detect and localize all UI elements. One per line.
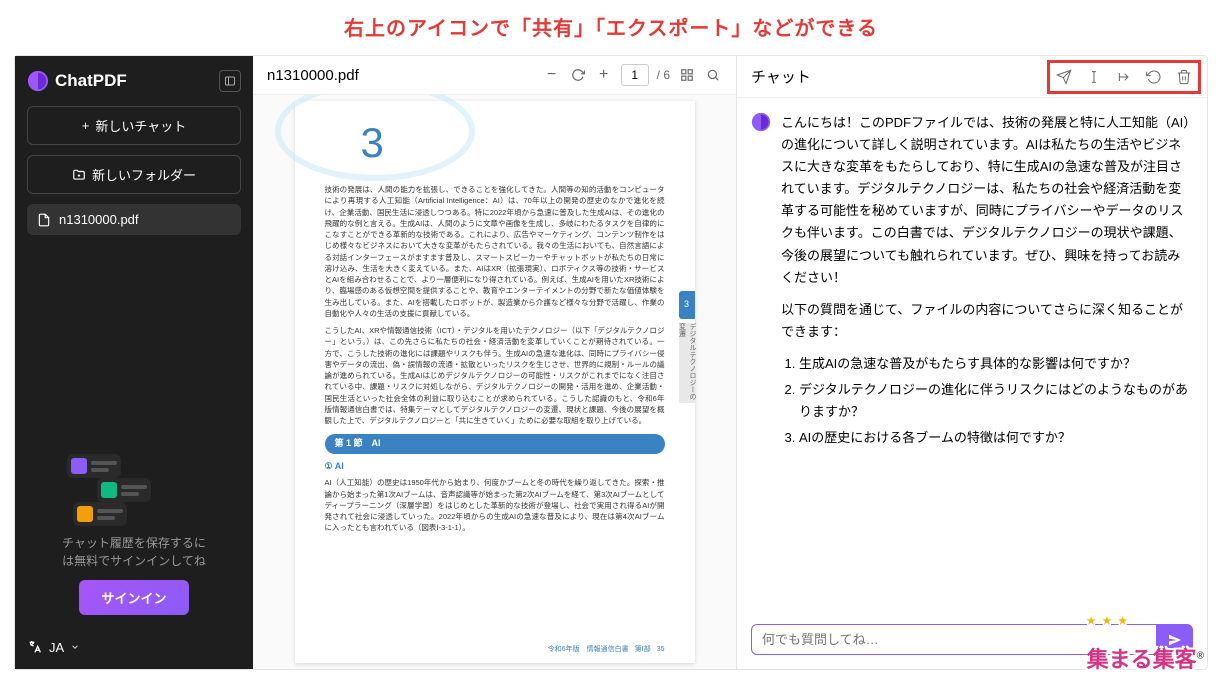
annotation-text: 右上のアイコンで「共有」「エクスポート」などができる [0,12,1222,41]
suggested-question[interactable]: デジタルテクノロジーの進化に伴うリスクにはどのようなものがありますか？ [799,379,1193,423]
chat-actions [1055,68,1193,86]
watermark: ★ ★ ★ 集まる集客® [1087,616,1204,674]
file-icon [37,213,51,227]
rename-button[interactable] [1085,68,1103,86]
suggested-question[interactable]: AIの歴史における各ブームの特徴は何ですか？ [799,427,1193,449]
zoom-out-button[interactable]: − [543,66,561,84]
export-icon [1116,69,1132,85]
suggested-question[interactable]: 生成AIの急速な普及がもたらす具体的な影響は何ですか？ [799,353,1193,375]
brand: ChatPDF [27,70,241,92]
assistant-message: こんにちは！このPDFファイルでは、技術の発展と特に人工知能（AI）の進化につい… [751,112,1193,453]
plus-icon: + [82,118,90,133]
file-name: n1310000.pdf [59,212,139,227]
new-chat-button[interactable]: + 新しいチャット [27,106,241,145]
greeting-text: こんにちは！このPDFファイルでは、技術の発展と特に人工知能（AI）の進化につい… [781,112,1193,289]
delete-button[interactable] [1175,68,1193,86]
brand-name: ChatPDF [55,71,127,91]
page-side-tab: 3 [679,291,695,319]
export-button[interactable] [1115,68,1133,86]
page-paragraph: こうしたAI、XRや情報通信技術（ICT）・デジタルを用いたテクノロジー（以下「… [325,325,665,426]
panel-icon [224,75,236,87]
history-card: チャット履歴を保存するに は無料でサインインしてね サインイン [27,444,241,625]
pdf-pane: n1310000.pdf − + / 6 3 3 デジタルテクノロジーの変遷 技… [253,56,737,669]
chat-header: チャット [737,56,1207,98]
page-number-input[interactable] [621,64,649,86]
language-selector[interactable]: JA [27,639,241,655]
page-total: / 6 [657,68,670,82]
page-side-label: デジタルテクノロジーの変遷 [679,323,695,403]
folder-plus-icon [72,168,86,182]
chevron-down-icon [70,642,80,652]
new-folder-button[interactable]: 新しいフォルダー [27,155,241,194]
pdf-body[interactable]: 3 3 デジタルテクノロジーの変遷 技術の発展は、人間の能力を拡張し、できること… [253,95,736,669]
section-heading: 第 1 節 AI [325,434,665,454]
chat-body[interactable]: こんにちは！このPDFファイルでは、技術の発展と特に人工知能（AI）の進化につい… [737,98,1207,614]
send-icon [1056,69,1072,85]
sidebar: ChatPDF + 新しいチャット 新しいフォルダー n1310000.pdf [15,56,253,669]
brand-logo-icon [27,70,49,92]
share-button[interactable] [1055,68,1073,86]
translate-icon [27,639,43,655]
text-cursor-icon [1086,69,1102,85]
new-chat-label: 新しいチャット [95,116,186,135]
trash-icon [1176,69,1192,85]
new-folder-label: 新しいフォルダー [92,165,196,184]
search-pdf-button[interactable] [704,66,722,84]
pdf-filename: n1310000.pdf [267,67,359,84]
followup-text: 以下の質問を通じて、ファイルの内容についてさらに深く知ることができます： [781,299,1193,343]
suggested-questions: 生成AIの急速な普及がもたらす具体的な影響は何ですか？ デジタルテクノロジーの進… [799,353,1193,449]
page-footer: 令和6年版 情報通信白書 第Ⅰ部 35 [325,645,665,656]
reset-button[interactable] [1145,68,1163,86]
chat-pane: チャット こんにちは！このPDFファイルでは、技術の発展と特に人工知能（AI）の… [737,56,1207,669]
lang-label: JA [49,640,64,655]
sidebar-collapse-button[interactable] [219,70,241,92]
sidebar-file-item[interactable]: n1310000.pdf [27,204,241,235]
section-subheading: ① AI [325,460,665,474]
assistant-avatar-icon [751,112,771,132]
history-illustration [37,454,231,524]
thumbnails-button[interactable] [678,66,696,84]
chat-title: チャット [751,66,811,87]
history-text: チャット履歴を保存するに は無料でサインインしてね [37,534,231,570]
star-icon: ★ ★ ★ [1087,616,1129,627]
app-window: ChatPDF + 新しいチャット 新しいフォルダー n1310000.pdf [14,55,1208,670]
page-paragraph: 技術の発展は、人間の能力を拡張し、できることを強化してきた。人間等の知的活動をコ… [325,184,665,319]
undo-icon [1146,69,1162,85]
zoom-reset-button[interactable] [569,66,587,84]
pdf-page: 3 3 デジタルテクノロジーの変遷 技術の発展は、人間の能力を拡張し、できること… [295,101,695,663]
pdf-toolbar: n1310000.pdf − + / 6 [253,56,736,95]
signin-button[interactable]: サインイン [79,580,188,615]
message-content: こんにちは！このPDFファイルでは、技術の発展と特に人工知能（AI）の進化につい… [781,112,1193,453]
page-paragraph: AI（人工知能）の歴史は1950年代から始まり、何度かブームと冬の時代を繰り返し… [325,477,665,533]
zoom-in-button[interactable]: + [595,66,613,84]
